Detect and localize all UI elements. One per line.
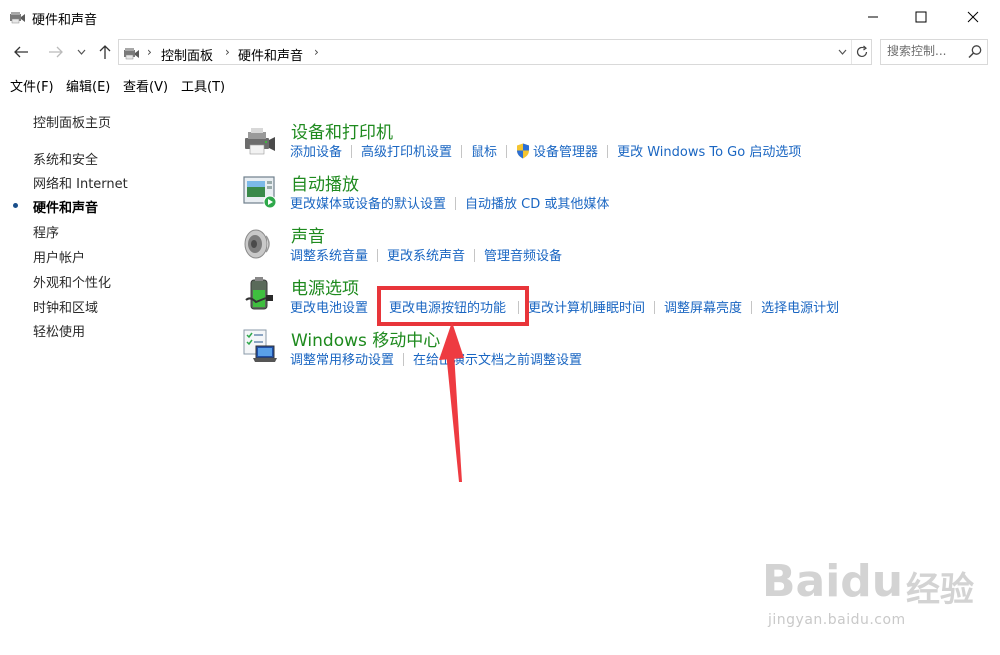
link-separator — [461, 145, 463, 158]
category-mobility-center-title[interactable]: Windows 移动中心 — [291, 326, 440, 351]
window-title: 硬件和声音 — [32, 13, 98, 28]
menu-bar: 文件(F) 编辑(E) 查看(V) 工具(T) — [0, 72, 1000, 96]
link-choose-power-plan[interactable]: 选择电源计划 — [761, 301, 839, 316]
link-add-device[interactable]: 添加设备 — [290, 145, 342, 160]
menu-view[interactable]: 查看(V) — [123, 76, 168, 95]
refresh-icon — [856, 45, 868, 58]
link-autoplay-cd[interactable]: 自动播放 CD 或其他媒体 — [465, 197, 609, 212]
breadcrumb-separator[interactable]: › — [147, 45, 152, 59]
nav-clock-region[interactable]: 时钟和区域 — [33, 297, 98, 316]
nav-hardware-sound: 硬件和声音 — [33, 201, 99, 216]
title-bar: 硬件和声音 — [0, 0, 1000, 34]
up-button[interactable] — [94, 41, 116, 63]
address-bar[interactable]: › 控制面板 › 硬件和声音 › — [118, 39, 872, 65]
autoplay-icon[interactable] — [242, 174, 278, 210]
arrow-right-icon — [49, 46, 63, 58]
link-separator — [403, 353, 405, 366]
watermark-cn: 经验 — [906, 570, 974, 610]
category-devices-printers-links: 添加设备 高级打印机设置 鼠标 设备管理器 更改 Windows To Go 启动选项 — [290, 141, 801, 161]
maximize-icon — [915, 11, 927, 23]
search-box[interactable] — [880, 39, 988, 65]
chevron-down-icon — [77, 49, 85, 55]
printer-icon[interactable] — [242, 124, 278, 160]
breadcrumb-control-panel[interactable]: 控制面板 — [161, 45, 213, 64]
menu-tools[interactable]: 工具(T) — [181, 76, 225, 95]
search-input[interactable] — [887, 44, 965, 58]
baidu-watermark: Baidu 经验 jingyan.baidu.com — [762, 548, 992, 638]
breadcrumb-separator[interactable]: › — [314, 45, 319, 59]
link-separator — [455, 197, 457, 210]
menu-edit[interactable]: 编辑(E) — [66, 76, 110, 95]
forward-button[interactable] — [45, 41, 67, 63]
uac-shield-icon — [517, 143, 530, 159]
link-change-media-defaults[interactable]: 更改媒体或设备的默认设置 — [290, 197, 446, 212]
category-devices-printers-title[interactable]: 设备和打印机 — [291, 118, 393, 143]
link-separator — [607, 145, 609, 158]
link-adjust-mobility-settings[interactable]: 调整常用移动设置 — [290, 353, 394, 368]
nav-network-internet[interactable]: 网络和 Internet — [33, 173, 128, 192]
arrow-up-icon — [99, 45, 111, 59]
link-adjust-volume[interactable]: 调整系统音量 — [290, 249, 368, 264]
speaker-icon[interactable] — [242, 226, 278, 262]
nav-appearance[interactable]: 外观和个性化 — [33, 272, 111, 291]
category-autoplay-links: 更改媒体或设备的默认设置 自动播放 CD 或其他媒体 — [290, 193, 609, 213]
close-button[interactable] — [950, 0, 996, 34]
nav-system-security[interactable]: 系统和安全 — [33, 149, 98, 168]
link-device-manager[interactable]: 设备管理器 — [533, 145, 598, 160]
watermark-brand: Baidu — [762, 556, 904, 607]
current-item-bullet — [13, 203, 18, 208]
hardware-sound-icon — [10, 12, 25, 24]
mobility-center-icon[interactable] — [242, 328, 278, 364]
link-advanced-printer-setup[interactable]: 高级打印机设置 — [361, 145, 452, 160]
breadcrumb-separator[interactable]: › — [225, 45, 230, 59]
breadcrumb-hardware-sound[interactable]: 硬件和声音 — [238, 45, 303, 64]
watermark-url: jingyan.baidu.com — [768, 612, 906, 628]
address-history-button[interactable] — [833, 40, 851, 64]
category-power-options-links: 更改电池设置 更改电源按钮的功能 更改计算机睡眠时间 调整屏幕亮度 选择电源计划 — [290, 297, 839, 317]
chevron-down-icon — [838, 49, 846, 55]
category-power-options-title[interactable]: 电源选项 — [291, 274, 359, 299]
back-button[interactable] — [10, 41, 32, 63]
navigation-bar: › 控制面板 › 硬件和声音 › — [0, 34, 1000, 70]
recent-locations-button[interactable] — [74, 41, 88, 63]
link-mouse[interactable]: 鼠标 — [471, 145, 497, 160]
battery-icon[interactable] — [242, 276, 278, 312]
link-adjust-brightness[interactable]: 调整屏幕亮度 — [664, 301, 742, 316]
link-separator — [377, 249, 379, 262]
annotation-highlight-box — [377, 286, 529, 326]
refresh-button[interactable] — [851, 40, 872, 64]
category-autoplay-title[interactable]: 自动播放 — [291, 170, 359, 195]
link-separator — [474, 249, 476, 262]
search-icon[interactable] — [967, 44, 983, 60]
link-separator — [751, 301, 753, 314]
minimize-button[interactable] — [850, 0, 896, 34]
nav-programs[interactable]: 程序 — [33, 222, 59, 241]
link-change-battery-settings[interactable]: 更改电池设置 — [290, 301, 368, 316]
arrow-left-icon — [14, 46, 28, 58]
menu-file[interactable]: 文件(F) — [10, 76, 54, 95]
nav-control-panel-home[interactable]: 控制面板主页 — [33, 112, 111, 131]
nav-user-accounts[interactable]: 用户帐户 — [33, 247, 85, 266]
close-icon — [967, 11, 979, 23]
category-mobility-center-links: 调整常用移动设置 在给出演示文档之前调整设置 — [290, 349, 582, 369]
minimize-icon — [868, 16, 878, 18]
link-windows-to-go[interactable]: 更改 Windows To Go 启动选项 — [617, 145, 801, 160]
link-presentation-settings[interactable]: 在给出演示文档之前调整设置 — [413, 353, 582, 368]
category-sound-links: 调整系统音量 更改系统声音 管理音频设备 — [290, 245, 562, 265]
link-manage-audio-devices[interactable]: 管理音频设备 — [484, 249, 562, 264]
nav-ease-of-access[interactable]: 轻松使用 — [33, 321, 85, 340]
link-separator — [654, 301, 656, 314]
link-separator — [506, 145, 508, 158]
hardware-sound-icon — [124, 48, 139, 60]
maximize-button[interactable] — [898, 0, 944, 34]
link-separator — [351, 145, 353, 158]
link-change-sleep-time[interactable]: 更改计算机睡眠时间 — [528, 301, 645, 316]
category-sound-title[interactable]: 声音 — [291, 222, 325, 247]
link-change-sounds[interactable]: 更改系统声音 — [387, 249, 465, 264]
